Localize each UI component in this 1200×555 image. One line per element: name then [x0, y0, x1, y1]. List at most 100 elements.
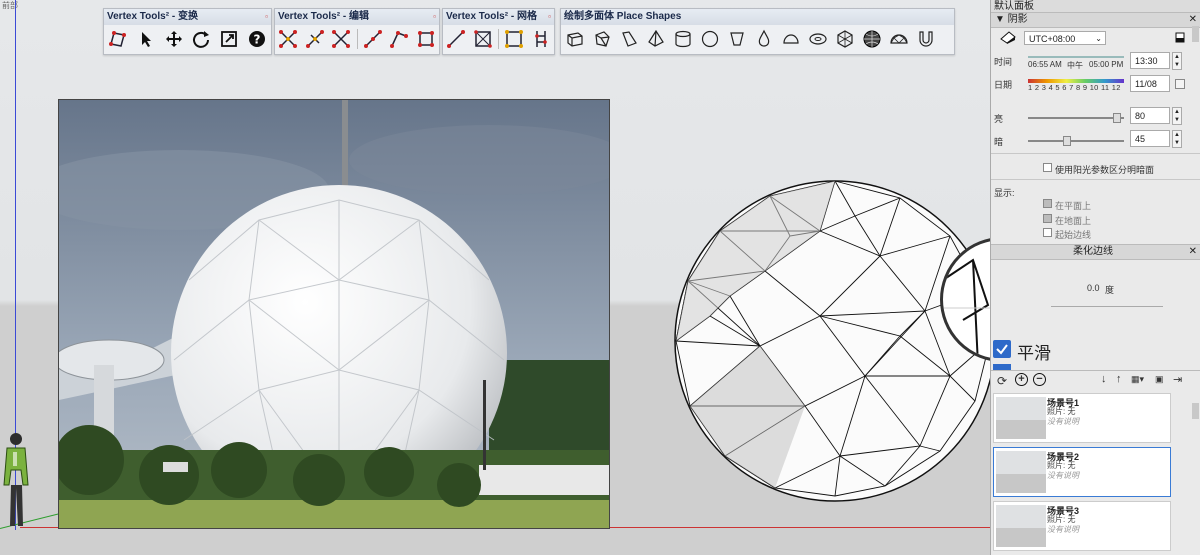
close-icon[interactable]: ✕ — [1189, 13, 1197, 27]
mesh-icon[interactable] — [529, 28, 552, 50]
dark-slider[interactable] — [1028, 140, 1124, 142]
scene-item[interactable]: 场景号2 照片: 无 没有说明 — [993, 447, 1171, 497]
help-icon[interactable]: ? — [245, 28, 269, 50]
use-sun-label: 使用阳光参数区分明暗面 — [1055, 165, 1155, 175]
timezone-select[interactable]: UTC+08:00 ⌄ — [1024, 31, 1106, 45]
pin-icon[interactable] — [1174, 32, 1186, 44]
dark-spinner[interactable]: ▲ ▼ — [1172, 130, 1182, 148]
model-viewport[interactable]: 前部 Vertex Tools² - 变换 ▫ ? Vertex Tools² -… — [0, 0, 990, 555]
time-slider[interactable] — [1028, 56, 1124, 58]
panel-scrollbar[interactable] — [1192, 26, 1199, 42]
svg-text:?: ? — [254, 33, 261, 47]
close-icon[interactable]: ▫ — [265, 9, 268, 25]
prism-shape-icon[interactable] — [590, 28, 614, 50]
extrude-icon[interactable] — [415, 28, 438, 50]
pyramid-shape-icon[interactable] — [644, 28, 668, 50]
arrow-select-icon[interactable] — [134, 28, 158, 50]
from-edges-checkbox[interactable] — [1043, 228, 1052, 237]
dark-slider-thumb[interactable] — [1063, 136, 1072, 146]
rotate-icon[interactable] — [189, 28, 213, 50]
light-slider[interactable] — [1028, 117, 1124, 119]
geodesic-dome-model[interactable] — [670, 176, 990, 506]
wedge-shape-icon[interactable] — [617, 28, 641, 50]
box-shape-icon[interactable] — [563, 28, 587, 50]
torus-shape-icon[interactable] — [806, 28, 830, 50]
light-spinner[interactable]: ▲ ▼ — [1172, 107, 1182, 125]
sphere-shape-icon[interactable] — [860, 28, 884, 50]
on-faces-checkbox[interactable] — [1043, 199, 1052, 208]
view-options-icon[interactable]: ▦▾ — [1131, 374, 1144, 385]
toolbar-vertex-mesh: Vertex Tools² - 网格 ▫ — [442, 8, 555, 55]
scene-item[interactable]: 场景号3 照片: 无 没有说明 — [993, 501, 1171, 551]
scale-figure — [2, 430, 32, 530]
add-scene-icon[interactable]: + — [1015, 373, 1028, 386]
from-edges-label: 起始边线 — [1055, 230, 1092, 240]
details-icon[interactable]: ⇥ — [1173, 373, 1182, 386]
split-edge-icon[interactable] — [361, 28, 384, 50]
soften-edges-title: 柔化边线 — [1073, 246, 1113, 257]
light-input[interactable]: 80 — [1130, 107, 1170, 124]
close-icon[interactable]: ✕ — [1189, 245, 1197, 259]
shadows-section-header[interactable]: ▼ 阴影 ✕ — [991, 12, 1200, 28]
on-faces-label: 在平面上 — [1055, 201, 1092, 211]
dark-input[interactable]: 45 — [1130, 130, 1170, 147]
close-icon[interactable]: ▫ — [548, 9, 551, 25]
dark-label: 暗 — [994, 137, 1004, 147]
angle-unit: 度 — [1105, 285, 1115, 295]
pin-icon[interactable]: ▣ — [1155, 374, 1164, 385]
shadow-toggle-icon[interactable] — [999, 30, 1019, 44]
smooth-checkbox[interactable] — [993, 340, 1011, 358]
geodesic-shape-icon[interactable] — [833, 28, 857, 50]
shadows-section-title: ▼ 阴影 — [995, 14, 1028, 25]
scenes-scrollbar[interactable] — [1192, 403, 1199, 419]
tube-shape-icon[interactable] — [914, 28, 938, 50]
toolbar-place-shapes: 绘制多面体 Place Shapes — [560, 8, 955, 55]
soften-edges-section-header[interactable]: 柔化边线 ✕ — [991, 244, 1200, 260]
chevron-down-icon: ⌄ — [1095, 34, 1102, 43]
light-slider-thumb[interactable] — [1113, 113, 1122, 123]
cylinder-shape-icon[interactable] — [671, 28, 695, 50]
triangulate-icon[interactable] — [472, 28, 495, 50]
date-label: 日期 — [994, 80, 1013, 90]
close-icon[interactable]: ▫ — [433, 9, 436, 25]
scene-description: 没有说明 — [1047, 471, 1079, 480]
dome-shape-icon[interactable] — [779, 28, 803, 50]
scene-description: 没有说明 — [1047, 525, 1079, 534]
move-down-icon[interactable]: ↓ — [1101, 373, 1107, 385]
toolbar-title: Vertex Tools² - 网格 — [446, 11, 537, 22]
on-ground-checkbox[interactable] — [1043, 214, 1052, 223]
refresh-icon[interactable]: ⟳ — [997, 374, 1007, 388]
insert-vertex-icon[interactable] — [388, 28, 411, 50]
move-icon[interactable] — [162, 28, 186, 50]
on-ground-label: 在地面上 — [1055, 216, 1092, 226]
toolbar-title: Vertex Tools² - 编辑 — [278, 11, 369, 22]
move-up-icon[interactable]: ↑ — [1116, 373, 1122, 385]
date-ticks: 1 2 3 4 5 6 7 8 9 10 11 12 — [1028, 83, 1121, 92]
time-spinner[interactable]: ▲ ▼ — [1172, 52, 1182, 70]
scale-icon[interactable] — [217, 28, 241, 50]
lasso-select-icon[interactable] — [106, 28, 130, 50]
time-mid: 中午 — [1067, 61, 1083, 70]
date-input[interactable]: 11/08 — [1130, 75, 1170, 92]
scene-item[interactable]: 场景号1 照片: 无 没有说明 — [993, 393, 1171, 443]
merge-vertices-icon[interactable] — [277, 28, 300, 50]
toolbar-title: 绘制多面体 Place Shapes — [564, 11, 682, 22]
calendar-icon[interactable] — [1175, 79, 1185, 89]
teardrop-shape-icon[interactable] — [752, 28, 776, 50]
cone-shape-icon[interactable] — [725, 28, 749, 50]
connect-icon[interactable] — [445, 28, 468, 50]
delete-vertices-icon[interactable] — [330, 28, 353, 50]
remove-scene-icon[interactable]: − — [1033, 373, 1046, 386]
geodome-shape-icon[interactable] — [887, 28, 911, 50]
use-sun-checkbox[interactable] — [1043, 163, 1052, 172]
scene-thumbnail — [996, 505, 1046, 547]
quad-grid-icon[interactable] — [503, 28, 526, 50]
time-input[interactable]: 13:30 — [1130, 52, 1170, 69]
circle-shape-icon[interactable] — [698, 28, 722, 50]
angle-slider[interactable] — [1051, 306, 1163, 307]
reference-photo — [58, 99, 610, 529]
time-label: 时间 — [994, 57, 1013, 67]
weld-icon[interactable] — [304, 28, 327, 50]
toolbar-vertex-transform: Vertex Tools² - 变换 ▫ ? — [103, 8, 272, 55]
timezone-value: UTC+08:00 — [1029, 34, 1076, 44]
